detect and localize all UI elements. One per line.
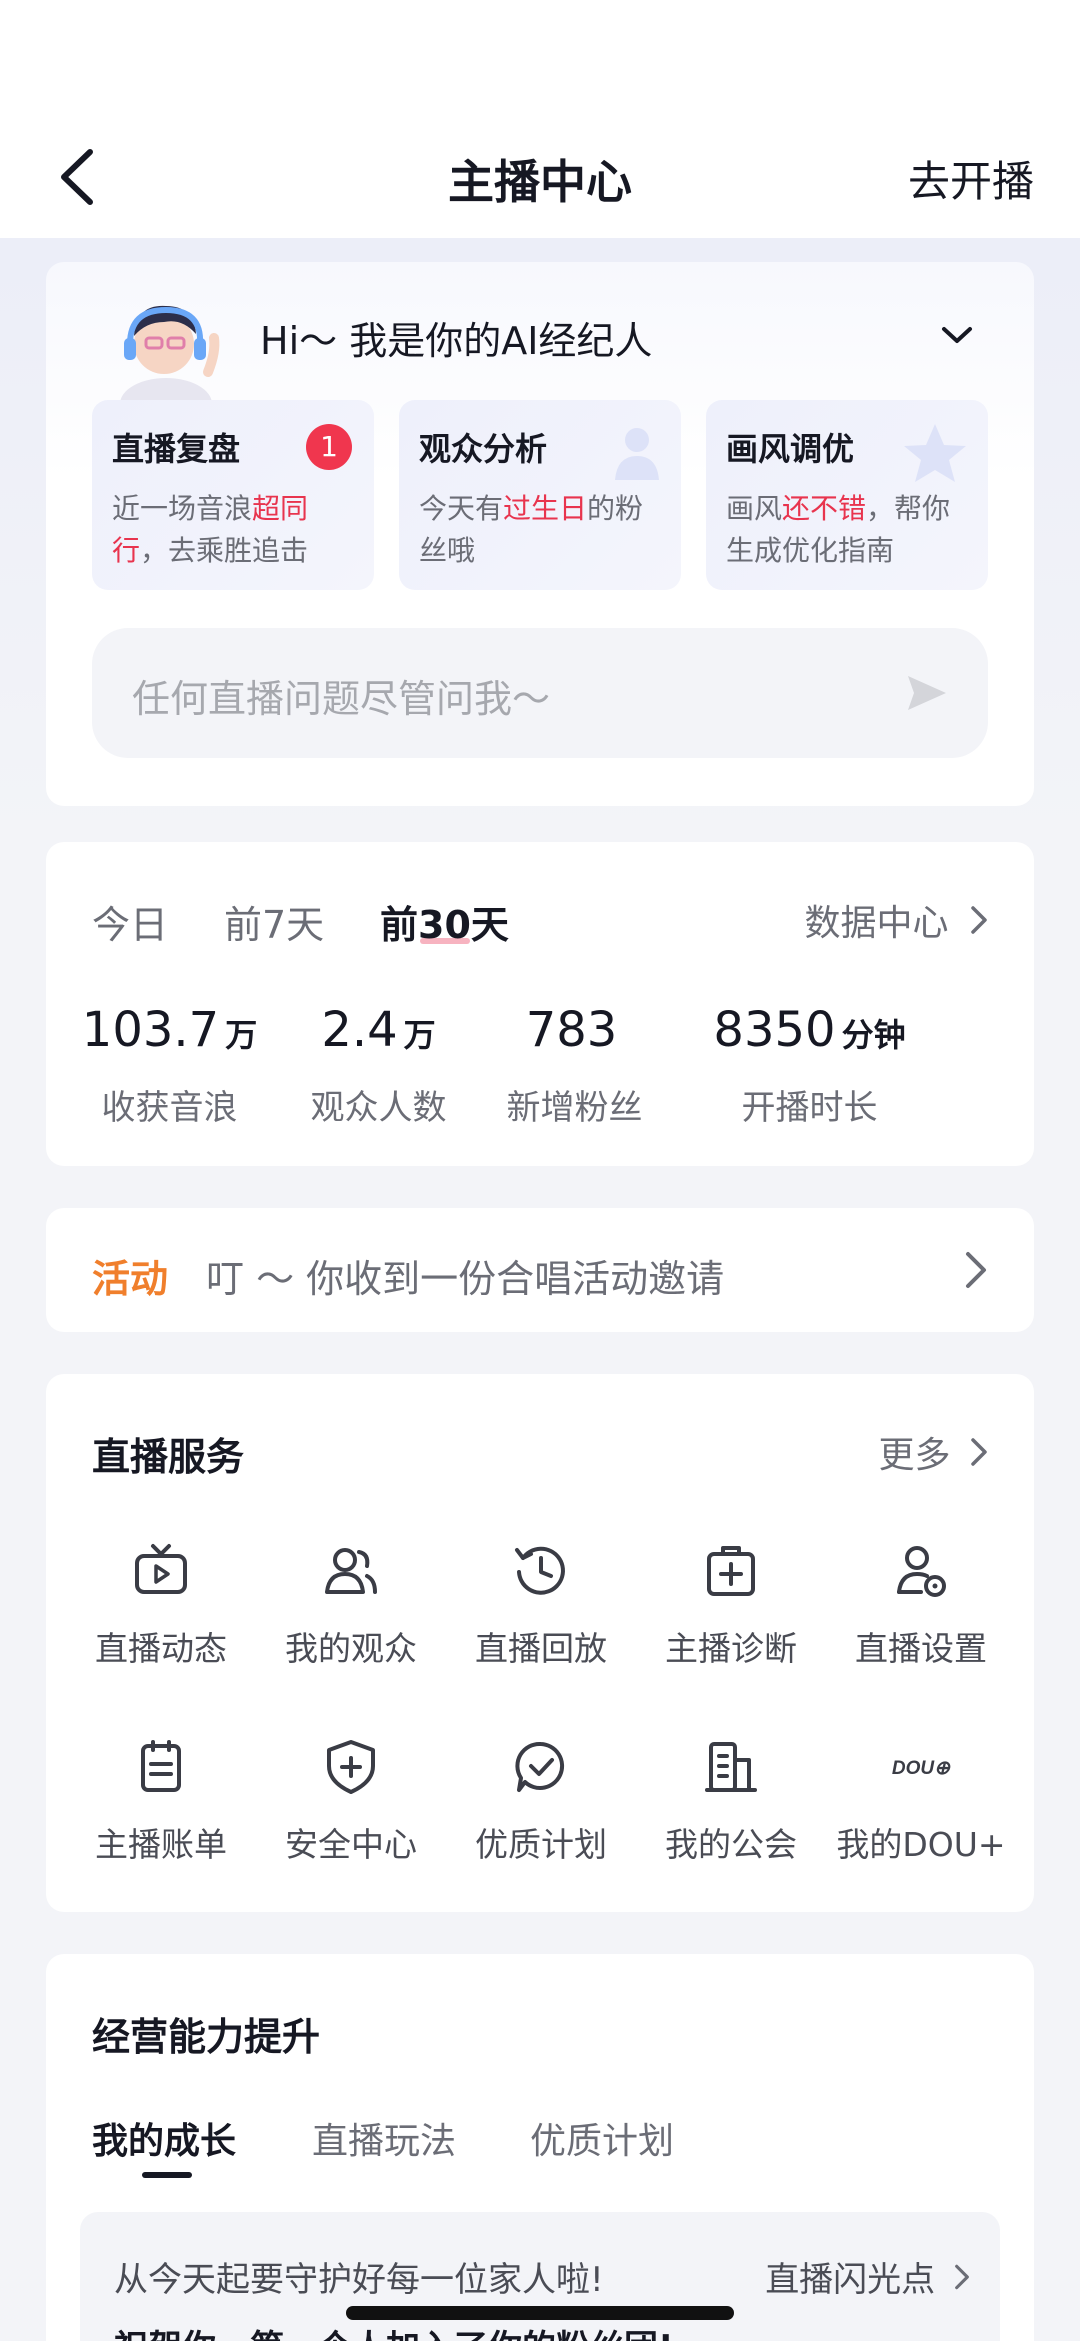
service-label: 主播诊断	[665, 1629, 797, 1668]
data-center-link[interactable]: 数据中心	[805, 894, 988, 946]
tab-30-days[interactable]: 前30天	[380, 894, 509, 949]
section-title: 经营能力提升	[92, 2015, 321, 2059]
tip-text: 近一场音浪超同行，去乘胜追击	[112, 492, 309, 567]
stat-item[interactable]: 8350 分钟 开播时长	[686, 1002, 933, 1129]
tab-today[interactable]: 今日	[92, 894, 168, 949]
tv-icon	[135, 1544, 187, 1594]
tab-7-days[interactable]: 前7天	[224, 894, 324, 949]
chevron-right-icon	[971, 906, 987, 934]
tip-audience-analysis[interactable]: 观众分析 今天有过生日的粉丝哦	[399, 400, 681, 590]
send-icon[interactable]	[904, 670, 950, 716]
audience-icon	[325, 1548, 377, 1594]
tip-live-review[interactable]: 直播复盘 1 近一场音浪超同行，去乘胜追击	[92, 400, 374, 590]
service-label: 我的DOU+	[836, 1825, 1006, 1864]
tab-active-indicator	[142, 2172, 192, 2178]
ask-ai-placeholder: 任何直播问题尽管问我～	[132, 677, 551, 721]
service-my-guild[interactable]: 我的公会	[636, 1736, 826, 1866]
growth-highlight-panel[interactable]: 从今天起要守护好每一位家人啦! 直播闪光点 祝贺你，第一个人加入了你的粉丝团!	[80, 2212, 1000, 2341]
activity-tag: 活动	[92, 1257, 169, 1301]
activity-banner[interactable]: 活动 叮 ～ 你收到一份合唱活动邀请	[46, 1208, 1034, 1332]
home-indicator[interactable]	[346, 2306, 734, 2320]
growth-headline: 祝贺你，第一个人加入了你的粉丝团!	[114, 2320, 674, 2341]
ai-greeting: Hi～ 我是你的AI经纪人	[260, 319, 653, 363]
chevron-right-icon	[966, 1252, 986, 1288]
live-services-card: 直播服务 更多 直播动态 我的观众 直播回放 主播诊断 直播设置 主播账单 安全…	[46, 1374, 1034, 1912]
service-streamer-bill[interactable]: 主播账单	[66, 1736, 256, 1866]
service-my-audience[interactable]: 我的观众	[256, 1540, 446, 1670]
service-security-center[interactable]: 安全中心	[256, 1736, 446, 1866]
replay-icon	[515, 1546, 565, 1595]
tab-live-gameplay[interactable]: 直播玩法	[312, 2112, 456, 2164]
notification-badge: 1	[306, 424, 352, 470]
business-growth-card: 经营能力提升 我的成长 直播玩法 优质计划 从今天起要守护好每一位家人啦! 直播…	[46, 1954, 1034, 2341]
stat-value: 2.4	[321, 1002, 398, 1058]
check-chat-icon	[515, 1741, 565, 1792]
service-live-settings[interactable]: 直播设置	[826, 1540, 1016, 1670]
ai-agent-card: Hi～ 我是你的AI经纪人 直播复盘 1 近一场音浪超同行，去乘胜追击 观众分析…	[46, 262, 1034, 806]
stat-value: 783	[525, 1002, 618, 1058]
growth-message: 从今天起要守护好每一位家人啦!	[114, 2260, 604, 2300]
live-highlight-label: 直播闪光点	[765, 2260, 936, 2300]
ask-ai-input[interactable]: 任何直播问题尽管问我～	[92, 628, 988, 758]
stat-unit: 万	[403, 1016, 436, 1054]
data-center-label: 数据中心	[804, 903, 949, 944]
service-label: 直播设置	[855, 1629, 987, 1668]
stat-unit: 万	[225, 1016, 258, 1054]
dou-plus-icon: DOU⊕	[892, 1758, 951, 1779]
settings-user-icon	[897, 1546, 946, 1597]
section-title: 直播服务	[92, 1435, 245, 1479]
tab-quality-plan[interactable]: 优质计划	[530, 2112, 674, 2164]
chevron-down-icon[interactable]	[940, 324, 974, 346]
service-label: 我的公会	[665, 1825, 797, 1864]
people-icon	[615, 428, 659, 480]
service-my-dou-plus[interactable]: DOU⊕ 我的DOU+	[826, 1736, 1016, 1866]
service-quality-plan[interactable]: 优质计划	[446, 1736, 636, 1866]
service-label: 我的观众	[285, 1629, 417, 1668]
chevron-right-icon	[955, 2264, 969, 2290]
stat-value: 8350	[713, 1002, 836, 1058]
service-live-replay[interactable]: 直播回放	[446, 1540, 636, 1670]
tip-text: 今天有过生日的粉丝哦	[419, 492, 644, 567]
svg-text:DOU⊕: DOU⊕	[892, 1758, 951, 1779]
stat-label: 新增粉丝	[506, 1088, 643, 1128]
stat-label: 开播时长	[741, 1088, 878, 1128]
live-highlight-link[interactable]: 直播闪光点	[765, 2252, 970, 2301]
stat-value: 103.7	[81, 1002, 220, 1058]
service-label: 安全中心	[285, 1825, 417, 1864]
service-label: 直播回放	[475, 1629, 607, 1668]
tip-style-tuning[interactable]: 画风调优 画风还不错，帮你生成优化指南	[706, 400, 988, 590]
star-icon	[904, 424, 966, 482]
diagnosis-icon	[707, 1546, 755, 1596]
service-label: 主播账单	[95, 1825, 227, 1864]
chevron-right-icon	[971, 1438, 987, 1466]
service-streamer-diagnosis[interactable]: 主播诊断	[636, 1540, 826, 1670]
activity-text: 叮 ～ 你收到一份合唱活动邀请	[206, 1257, 725, 1301]
service-live-updates[interactable]: 直播动态	[66, 1540, 256, 1670]
shield-icon	[327, 1740, 375, 1794]
service-label: 优质计划	[475, 1825, 607, 1864]
go-live-button[interactable]: 去开播	[908, 148, 1034, 209]
more-link[interactable]: 更多	[879, 1426, 988, 1478]
tab-my-growth[interactable]: 我的成长	[92, 2112, 236, 2164]
nav-bar: 主播中心 去开播	[0, 120, 1080, 238]
tip-text: 画风还不错，帮你生成优化指南	[726, 492, 951, 567]
stat-unit: 分钟	[841, 1016, 906, 1054]
more-label: 更多	[878, 1435, 951, 1476]
status-bar	[0, 0, 1080, 120]
building-icon	[705, 1742, 757, 1792]
bill-icon	[141, 1740, 181, 1792]
stats-card: 今日 前7天 前30天 数据中心 103.7 万 收获音浪 2.4 万 观众人数 7…	[46, 842, 1034, 1166]
stat-item[interactable]: 783 新增粉丝	[451, 1002, 698, 1129]
service-label: 直播动态	[95, 1629, 227, 1668]
